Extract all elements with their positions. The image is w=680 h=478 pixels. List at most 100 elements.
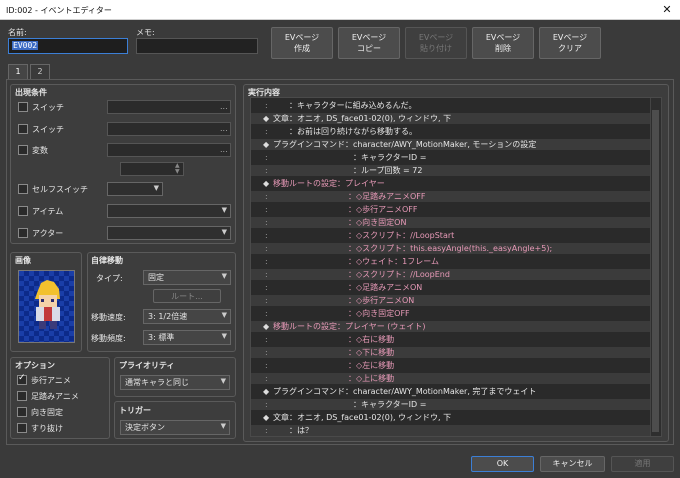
type-select[interactable]: 固定 ▼ — [143, 270, 231, 285]
command-row[interactable]: : ：◇ウェイト：1フレーム — [251, 256, 651, 267]
command-row[interactable]: : ：◇右に移動 — [251, 334, 651, 345]
command-row[interactable]: : ：お前は回り続けながら移動する。 — [251, 126, 651, 137]
command-row[interactable]: : ：◇歩行アニメON — [251, 295, 651, 306]
command-row[interactable]: : ：◇向き固定ON — [251, 217, 651, 228]
command-row[interactable]: : ：◇上に移動 — [251, 373, 651, 384]
command-text: ：ループ回数 = 72 — [353, 166, 423, 175]
command-row[interactable]: ◆ 移動ルートの設定：プレイヤー (ウェイト) — [251, 321, 651, 332]
command-prefix: : — [265, 270, 268, 279]
command-row[interactable]: : ：◇スクリプト：this.easyAngle(this._easyAngle+… — [251, 243, 651, 254]
command-row[interactable]: : ：◇歩行アニメOFF — [251, 204, 651, 215]
ok-button[interactable]: OK — [471, 456, 534, 472]
command-row[interactable]: ◆ プラグインコマンド：character/AWY_MotionMaker, モー… — [251, 139, 651, 150]
button-line: クリア — [558, 44, 582, 53]
trigger-select[interactable]: 決定ボタン ▼ — [120, 420, 230, 435]
ev-page-delete-button[interactable]: EVページ 削除 — [472, 27, 534, 59]
item-checkbox[interactable] — [18, 206, 28, 216]
variable-field[interactable]: ... — [107, 143, 231, 157]
command-row[interactable]: : ：◇左に移動 — [251, 360, 651, 371]
command-row[interactable]: ◆ 文章：オニオ, DS_face01-02(0), ウィンドウ, 下 — [251, 113, 651, 124]
command-text: 移動ルートの設定：プレイヤー (ウェイト) — [273, 322, 426, 331]
ev-page-copy-button[interactable]: EVページ コピー — [338, 27, 400, 59]
self-switch-select[interactable]: ▼ — [107, 182, 163, 196]
variable-value-field[interactable]: ▲ ▼ — [120, 162, 184, 176]
command-row[interactable]: : ：◇下に移動 — [251, 347, 651, 358]
priority-value: 通常キャラと同じ — [125, 378, 189, 387]
actor-select[interactable]: ▼ — [107, 226, 231, 240]
scrollbar-thumb[interactable] — [652, 110, 659, 432]
spin-icon[interactable]: ▲ ▼ — [175, 163, 180, 175]
speed-select[interactable]: 3: 1/2倍速 ▼ — [143, 309, 231, 324]
switch2-checkbox[interactable] — [18, 124, 28, 134]
command-text: ：キャラクターID = — [353, 153, 427, 162]
route-button[interactable]: ルート... — [153, 289, 221, 303]
priority-select[interactable]: 通常キャラと同じ ▼ — [120, 375, 230, 390]
command-row[interactable]: : ：ループ回数 = 72 — [251, 165, 651, 176]
ev-page-create-button[interactable]: EVページ 作成 — [271, 27, 333, 59]
command-prefix: ◆ — [263, 387, 270, 396]
command-text: プラグインコマンド：character/AWY_MotionMaker, モーシ… — [273, 140, 537, 149]
command-row[interactable]: : ：◇スクリプト：//LoopStart — [251, 230, 651, 241]
memo-input[interactable] — [136, 38, 258, 54]
command-text: ：◇上に移動 — [348, 374, 395, 383]
ev-page-paste-button[interactable]: EVページ 貼り付け — [405, 27, 467, 59]
actor-label: アクター — [32, 229, 64, 238]
command-text: ：◇ウェイト：1フレーム — [348, 257, 440, 266]
options-title: オプション — [15, 361, 55, 370]
chevron-down-icon: ▼ — [220, 377, 226, 385]
close-icon[interactable]: ✕ — [660, 3, 674, 17]
self-switch-checkbox[interactable] — [18, 184, 28, 194]
switch2-field[interactable]: ... — [107, 122, 231, 136]
command-text: ：◇歩行アニメON — [348, 296, 415, 305]
ev-page-clear-button[interactable]: EVページ クリア — [539, 27, 601, 59]
command-row[interactable]: : ：キャラクターID = — [251, 152, 651, 163]
command-row[interactable]: ◆ プラグインコマンド：character/AWY_MotionMaker, 完了… — [251, 386, 651, 397]
autonomous-title: 自律移動 — [91, 256, 123, 265]
chevron-down-icon: ▼ — [221, 311, 227, 319]
command-row[interactable]: : ：キャラクターに組み込めるんだ。 — [251, 100, 651, 111]
command-text: ：キャラクターに組み込めるんだ。 — [273, 101, 417, 110]
switch1-checkbox[interactable] — [18, 102, 28, 112]
command-prefix: ◆ — [263, 179, 270, 188]
switch2-more-icon: ... — [220, 124, 228, 133]
character-image[interactable] — [18, 270, 75, 343]
command-row[interactable]: : ：◇スクリプト：//LoopEnd — [251, 269, 651, 280]
conditions-title: 出現条件 — [15, 88, 47, 97]
name-value: EV002 — [12, 41, 39, 50]
actor-checkbox[interactable] — [18, 228, 28, 238]
through-checkbox[interactable] — [17, 423, 27, 433]
command-row[interactable]: : ：◇向き固定OFF — [251, 308, 651, 319]
variable-checkbox[interactable] — [18, 145, 28, 155]
command-row[interactable]: : ：は？ — [251, 425, 651, 436]
command-row[interactable]: ◆ 移動ルートの設定：プレイヤー — [251, 178, 651, 189]
command-row[interactable]: : ：◇足踏みアニメOFF — [251, 191, 651, 202]
freq-label: 移動頻度: — [91, 334, 126, 343]
tab-page-2[interactable]: 2 — [30, 64, 50, 79]
title-bar: ID:002 - イベントエディター ✕ — [0, 0, 680, 20]
command-prefix: : — [265, 335, 268, 344]
walking-anim-label: 歩行アニメ — [31, 376, 71, 385]
item-select[interactable]: ▼ — [107, 204, 231, 218]
apply-button[interactable]: 適用 — [611, 456, 674, 472]
walking-anim-checkbox[interactable] — [17, 373, 27, 385]
command-prefix: : — [265, 400, 268, 409]
direction-fix-checkbox[interactable] — [17, 407, 27, 417]
command-row[interactable]: : ：◇足踏みアニメON — [251, 282, 651, 293]
command-text: ：◇スクリプト：this.easyAngle(this._easyAngle+5… — [348, 244, 553, 253]
command-prefix: : — [265, 218, 268, 227]
freq-select[interactable]: 3: 標準 ▼ — [143, 330, 231, 345]
name-input[interactable]: EV002 — [8, 38, 128, 54]
switch1-field[interactable]: ... — [107, 100, 231, 114]
command-row[interactable]: : ：キャラクターID = — [251, 399, 651, 410]
switch2-label: スイッチ — [32, 125, 64, 134]
command-row[interactable]: ◆ 文章：オニオ, DS_face01-02(0), ウィンドウ, 下 — [251, 412, 651, 423]
command-prefix: ◆ — [263, 322, 270, 331]
command-text: 文章：オニオ, DS_face01-02(0), ウィンドウ, 下 — [273, 413, 452, 422]
through-label: すり抜け — [31, 424, 63, 433]
event-commands-list[interactable]: : ：キャラクターに組み込めるんだ。 ◆ 文章：オニオ, DS_face01-02(… — [250, 97, 662, 437]
trigger-title: トリガー — [119, 406, 151, 415]
tab-page-1[interactable]: 1 — [8, 64, 28, 79]
command-text: ：◇歩行アニメOFF — [348, 205, 418, 214]
stepping-anim-checkbox[interactable] — [17, 391, 27, 401]
cancel-button[interactable]: キャンセル — [540, 456, 605, 472]
